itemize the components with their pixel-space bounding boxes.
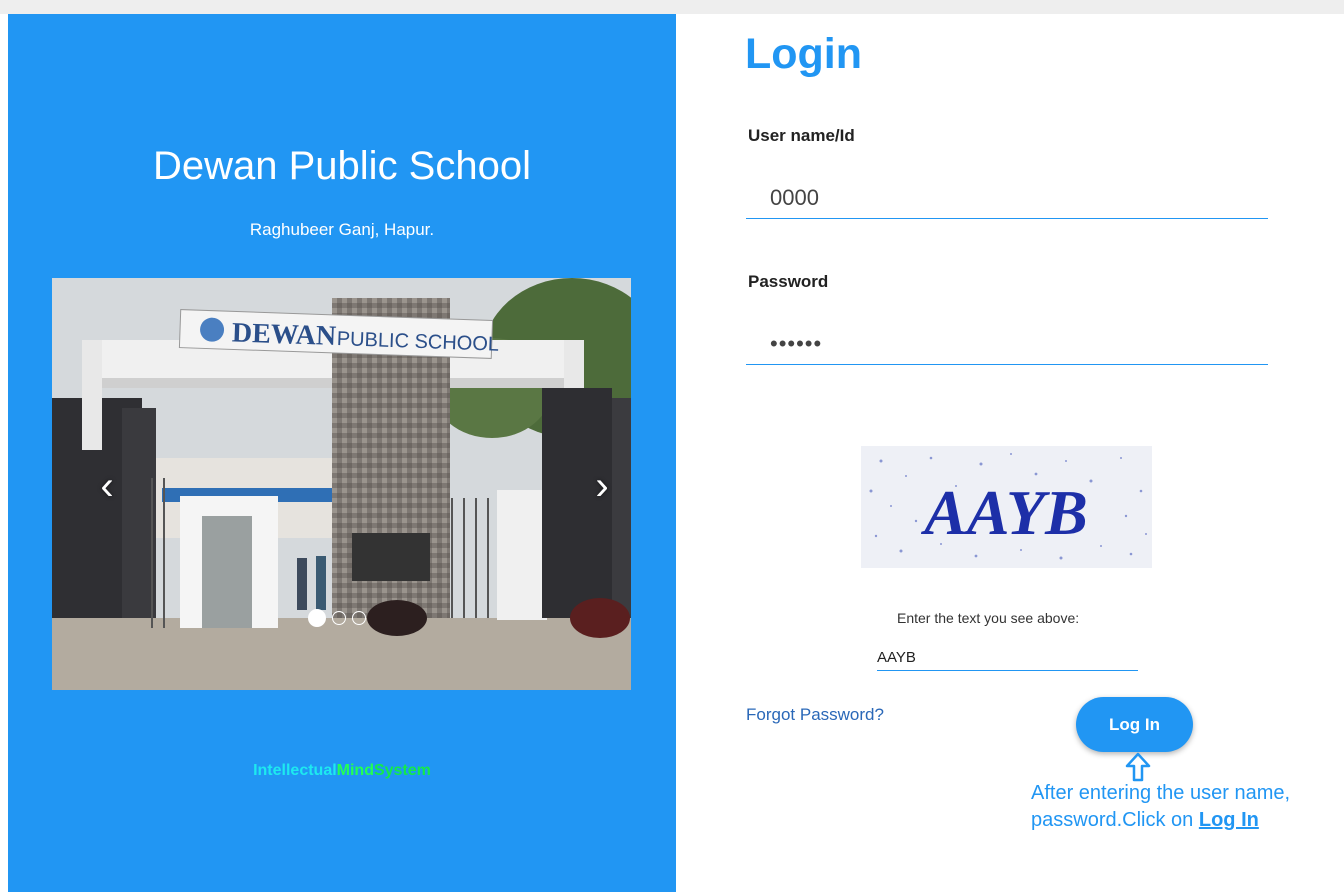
captcha-instruction: Enter the text you see above:	[897, 610, 1080, 626]
carousel-dot-1[interactable]	[308, 609, 326, 627]
carousel-next-button[interactable]: ›	[587, 466, 617, 506]
brand-part-intellectual: Intellectual	[253, 762, 337, 779]
instruction-annotation: After entering the user name, password.C…	[1031, 780, 1331, 834]
captcha-text: AAYB	[920, 477, 1088, 548]
carousel-indicators	[308, 609, 372, 629]
username-label: User name/Id	[748, 126, 855, 145]
captcha-input[interactable]	[877, 645, 1138, 671]
password-input[interactable]	[746, 323, 1268, 365]
school-panel: Dewan Public School Raghubeer Ganj, Hapu…	[8, 14, 676, 892]
forgot-password-link[interactable]: Forgot Password?	[746, 705, 884, 725]
login-title: Login	[745, 30, 863, 78]
school-name: Dewan Public School	[153, 144, 531, 188]
chevron-left-icon: ‹	[100, 464, 114, 508]
chevron-right-icon: ›	[595, 464, 609, 508]
annotation-line-1: After entering the user name,	[1031, 782, 1291, 804]
carousel-prev-button[interactable]: ‹	[92, 466, 122, 506]
carousel-dot-2[interactable]	[332, 611, 346, 625]
username-input[interactable]	[746, 177, 1268, 219]
brand-part-system: System	[373, 762, 431, 779]
annotation-login-link: Log In	[1198, 809, 1259, 831]
brand-intellectual-mind-system: IntellectualMindSystem	[8, 762, 676, 780]
banner-word-dewan: DEWAN	[231, 317, 336, 352]
brand-part-mind: Mind	[336, 762, 374, 779]
school-address: Raghubeer Ganj, Hapur.	[249, 220, 435, 239]
captcha-image: AAYB	[861, 446, 1152, 568]
image-carousel[interactable]: DEWAN PUBLIC SCHOOL ‹ ›	[52, 278, 631, 690]
annotation-line-2: password.Click on Log In	[1031, 807, 1331, 834]
annotation-line-2-prefix: password.Click on	[1031, 809, 1194, 831]
login-button[interactable]: Log In	[1076, 697, 1193, 752]
top-bar	[0, 0, 1344, 14]
carousel-dot-3[interactable]	[352, 611, 366, 625]
password-label: Password	[748, 272, 829, 291]
up-arrow-icon	[1125, 752, 1151, 782]
